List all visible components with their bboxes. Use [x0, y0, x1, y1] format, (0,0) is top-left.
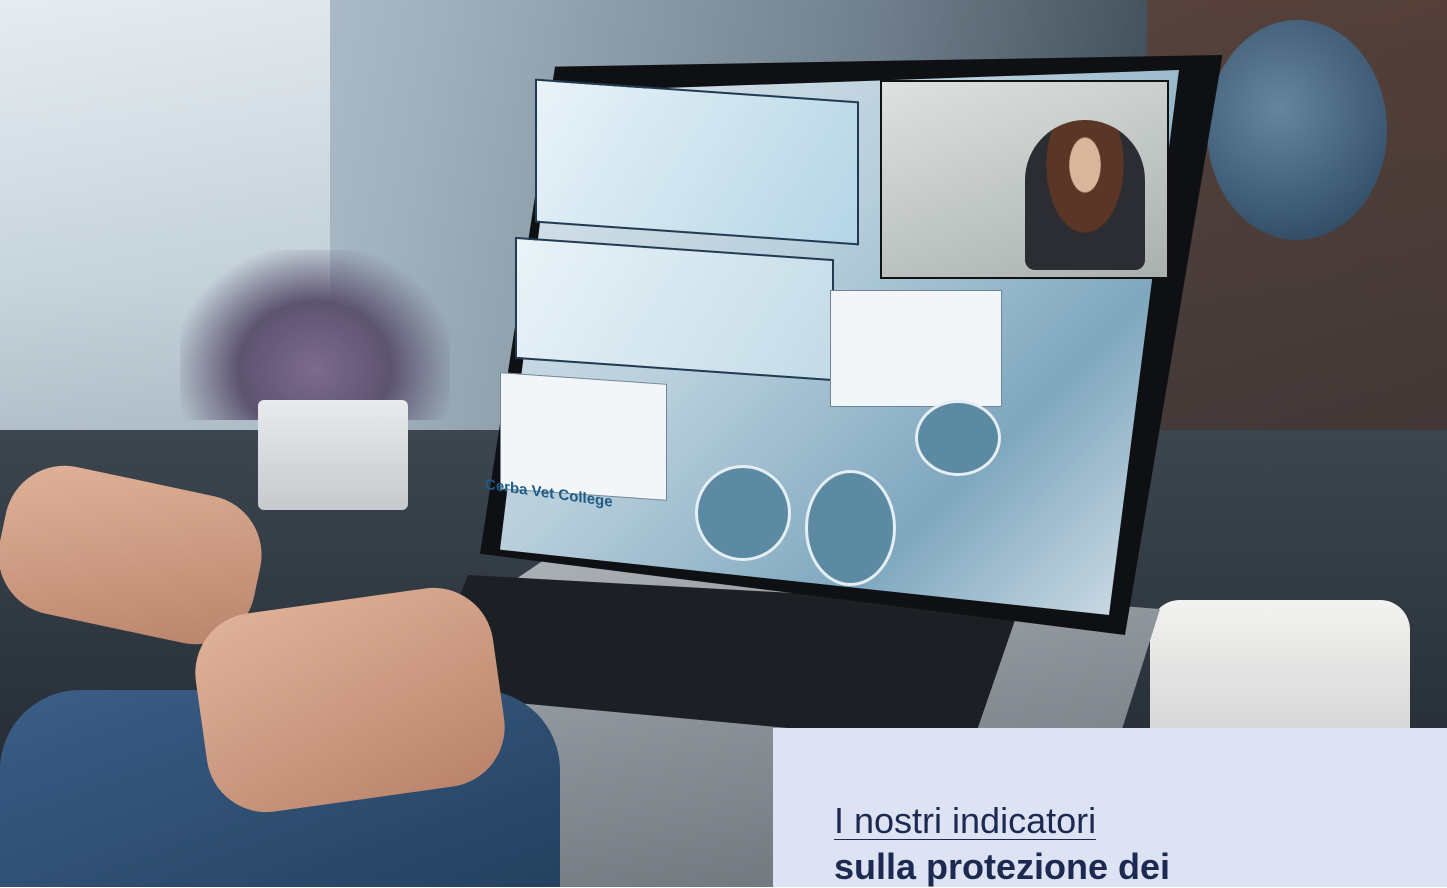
plant-pot [258, 400, 408, 510]
caption-subtitle: sulla protezione dei [834, 846, 1171, 887]
plant-foliage [180, 250, 450, 420]
microscope-icon [695, 465, 791, 561]
webinar-banner-2 [515, 236, 834, 382]
right-hand [187, 580, 513, 820]
caption-title-link[interactable]: I nostri indicatori [834, 800, 1096, 842]
webinar-banner-1 [535, 78, 859, 246]
lab-icon [915, 400, 1001, 476]
chat-panel-2 [830, 290, 1002, 407]
video-call-person [1025, 120, 1145, 270]
background-globe [1207, 20, 1387, 240]
antibody-icon [805, 470, 896, 586]
